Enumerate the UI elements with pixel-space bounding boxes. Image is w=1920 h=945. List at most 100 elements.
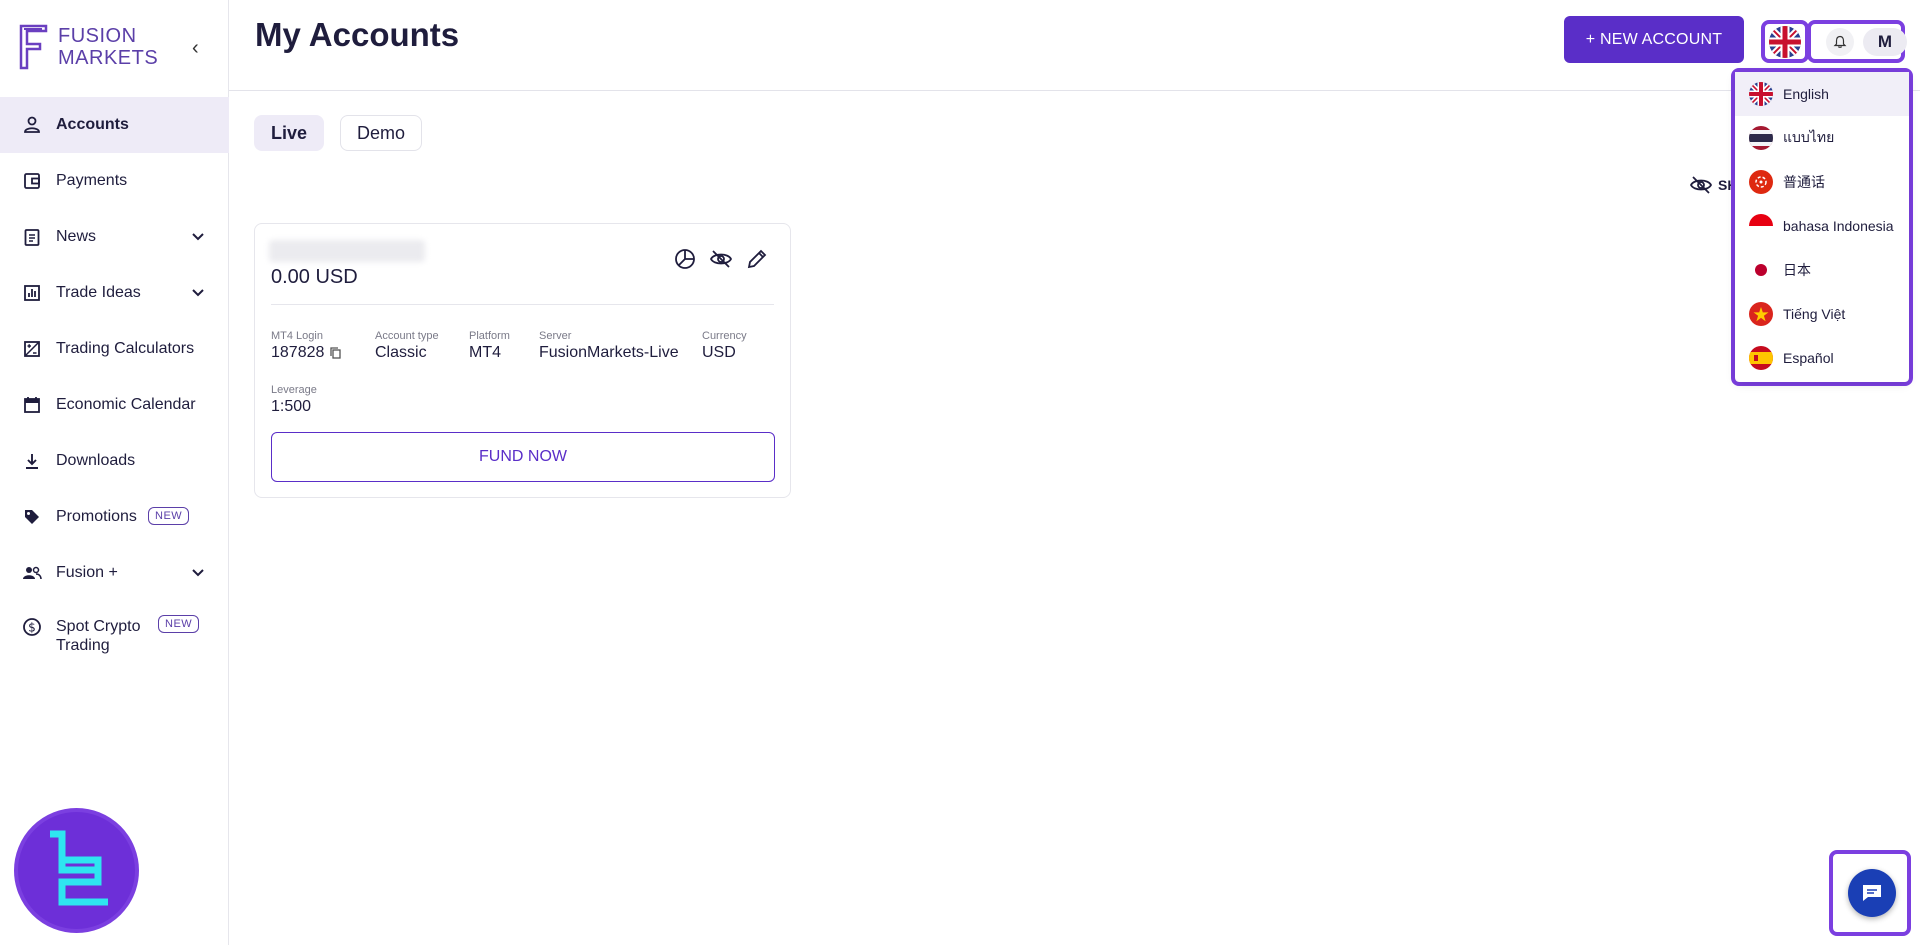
chat-button[interactable] [1848,869,1896,917]
page-title: My Accounts [255,16,460,53]
language-label: English [1783,86,1829,102]
card-divider [271,304,774,305]
field-mt4-login: MT4 Login 187828 [271,330,342,362]
field-label: Account type [375,330,439,342]
server-value: FusionMarkets-Live [539,344,679,361]
brand-logo[interactable]: FUSION MARKETS [18,22,158,72]
account-name-blurred [269,240,425,262]
users-icon [22,563,42,583]
field-label: MT4 Login [271,330,323,342]
platform-value: MT4 [469,344,501,361]
sidebar-item-fusion-plus[interactable]: Fusion + [0,545,229,601]
eye-off-icon [1690,176,1712,194]
language-label: Tiếng Việt [1783,306,1846,322]
sidebar-item-label: Accounts [56,116,129,133]
language-option-english[interactable]: English [1735,72,1909,116]
hongkong-flag-icon [1749,170,1773,194]
account-tabs: Live Demo [254,115,423,151]
language-label: bahasa Indonesia [1783,218,1894,234]
sidebar-item-payments[interactable]: Payments [0,153,229,209]
sidebar-item-trading-calculators[interactable]: Trading Calculators [0,321,229,377]
sidebar-item-label: Economic Calendar [56,396,196,413]
language-label: 日本 [1783,262,1811,278]
field-value-row: 187828 [271,344,342,362]
uk-flag-icon [1769,26,1801,58]
sidebar-item-spot-crypto[interactable]: $ Spot Crypto Trading NEW [0,601,229,665]
chevron-down-icon[interactable] [191,229,205,243]
language-option-indonesian[interactable]: bahasa Indonesia [1735,204,1909,248]
tab-demo[interactable]: Demo [340,115,423,151]
language-option-vietnamese[interactable]: Tiếng Việt [1735,292,1909,336]
language-option-japanese[interactable]: 日本 [1735,248,1909,292]
indonesia-flag-icon [1749,214,1773,238]
sidebar: FUSION MARKETS ‹ Accounts Payments News … [0,0,229,945]
sidebar-item-accounts[interactable]: Accounts [0,97,229,153]
user-avatar[interactable]: M [1863,28,1907,56]
sidebar-item-label: Trade Ideas [56,284,141,301]
chevron-down-icon[interactable] [191,285,205,299]
fund-now-button[interactable]: FUND NOW [271,432,775,482]
field-account-type: Account type Classic [375,330,439,362]
field-leverage: Leverage 1:500 [271,384,317,416]
language-option-thai[interactable]: แบบไทย [1735,116,1909,160]
fusion-logo-icon [19,24,48,70]
brand-line2: MARKETS [58,47,159,69]
sidebar-nav: Accounts Payments News Trade Ideas Tradi… [0,97,229,665]
account-card: 0.00 USD MT4 Login 187828 Account type C… [254,223,791,498]
spain-flag-icon [1749,346,1773,370]
sidebar-item-label: Payments [56,172,128,189]
tf-logo-icon [50,830,108,906]
copy-icon[interactable] [330,347,342,359]
clipboard-icon [22,227,42,247]
language-label: 普通话 [1783,174,1825,190]
currency-value: USD [702,344,736,361]
pie-chart-icon[interactable] [674,248,696,270]
field-label: Leverage [271,384,317,396]
top-bar: My Accounts + NEW ACCOUNT M [229,0,1920,91]
tradingfinder-logo [14,808,139,933]
tab-live[interactable]: Live [254,115,325,151]
new-account-button[interactable]: + NEW ACCOUNT [1564,16,1744,63]
chevron-down-icon[interactable] [191,565,205,579]
language-label: Español [1783,350,1834,366]
sidebar-item-label: News [56,228,97,245]
thailand-flag-icon [1749,126,1773,150]
language-option-mandarin[interactable]: 普通话 [1735,160,1909,204]
brand-line1: FUSION [58,25,137,47]
sidebar-item-label: Trading Calculators [56,340,195,357]
user-icon [22,115,42,135]
bell-icon [1833,35,1847,48]
download-icon [22,451,42,471]
tag-icon [22,507,42,527]
wallet-icon [22,171,42,191]
field-currency: Currency USD [702,330,747,362]
field-platform: Platform MT4 [469,330,510,362]
field-label: Currency [702,330,747,342]
language-option-spanish[interactable]: Español [1735,336,1909,380]
sidebar-item-economic-calendar[interactable]: Economic Calendar [0,377,229,433]
chat-bubble-icon [1863,885,1881,901]
field-label: Server [539,330,572,342]
notifications-button[interactable] [1826,28,1854,56]
sidebar-item-news[interactable]: News [0,209,229,265]
brand-name: FUSION MARKETS [58,25,158,69]
uk-flag-icon [1749,82,1773,106]
calculator-icon [22,339,42,359]
sidebar-item-label: Downloads [56,452,136,469]
japan-flag-icon [1749,258,1773,282]
language-selector-button[interactable] [1769,26,1801,58]
account-type-value: Classic [375,344,427,361]
field-label: Platform [469,330,510,342]
vietnam-flag-icon [1749,302,1773,326]
sidebar-item-promotions[interactable]: Promotions NEW [0,489,229,545]
sidebar-item-trade-ideas[interactable]: Trade Ideas [0,265,229,321]
eye-off-icon[interactable] [709,248,733,270]
new-badge: NEW [158,615,200,633]
field-server: Server FusionMarkets-Live [539,330,679,362]
new-badge: NEW [148,507,190,525]
dollar-circle-icon: $ [22,617,42,637]
edit-pencil-icon[interactable] [746,248,768,270]
collapse-sidebar-icon[interactable]: ‹ [192,38,210,58]
sidebar-item-label: Spot Crypto Trading [56,618,141,654]
sidebar-item-downloads[interactable]: Downloads [0,433,229,489]
